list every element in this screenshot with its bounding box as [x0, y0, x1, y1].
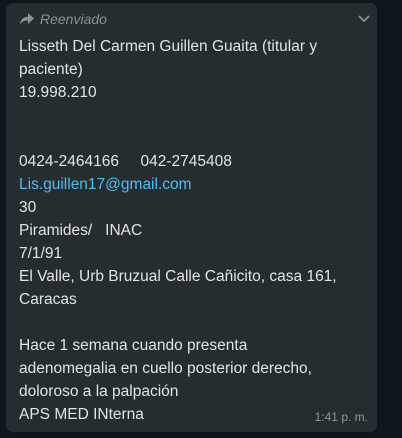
- message-bubble[interactable]: Reenviado Lisseth Del Carmen Guillen Gua…: [6, 3, 377, 432]
- chevron-down-icon[interactable]: [357, 12, 371, 26]
- forward-arrow-icon: [19, 13, 34, 25]
- message-line-age: 30: [19, 199, 37, 216]
- message-line-blank: [19, 127, 369, 150]
- message-line-insurer: Piramides/ INAC: [19, 222, 143, 239]
- forwarded-indicator: Reenviado: [19, 11, 107, 27]
- message-line-city: Caracas: [19, 291, 77, 308]
- message-line-name-cont: paciente): [19, 61, 83, 78]
- message-line-birthdate: 7/1/91: [19, 245, 63, 262]
- email-link[interactable]: Lis.guillen17@gmail.com: [19, 173, 369, 196]
- message-line-blank: [19, 311, 369, 334]
- message-line-name: Lisseth Del Carmen Guillen Guaita (titul…: [19, 38, 318, 55]
- message-line-history: Hace 1 semana cuando presenta: [19, 337, 248, 354]
- message-line-phones: 0424-2464166 042-2745408: [19, 153, 232, 170]
- message-timestamp: 1:41 p. m.: [314, 410, 368, 424]
- message-line-history: adenomegalia en cuello posterior derecho…: [19, 360, 312, 377]
- message-text: Lisseth Del Carmen Guillen Guaita (titul…: [19, 35, 369, 426]
- message-line-history: doloroso a la palpación: [19, 383, 179, 400]
- message-line-blank: [19, 104, 369, 127]
- message-line-address: El Valle, Urb Bruzual Calle Cañicito, ca…: [19, 268, 337, 285]
- message-line-id: 19.998.210: [19, 84, 97, 101]
- forwarded-label: Reenviado: [40, 11, 107, 27]
